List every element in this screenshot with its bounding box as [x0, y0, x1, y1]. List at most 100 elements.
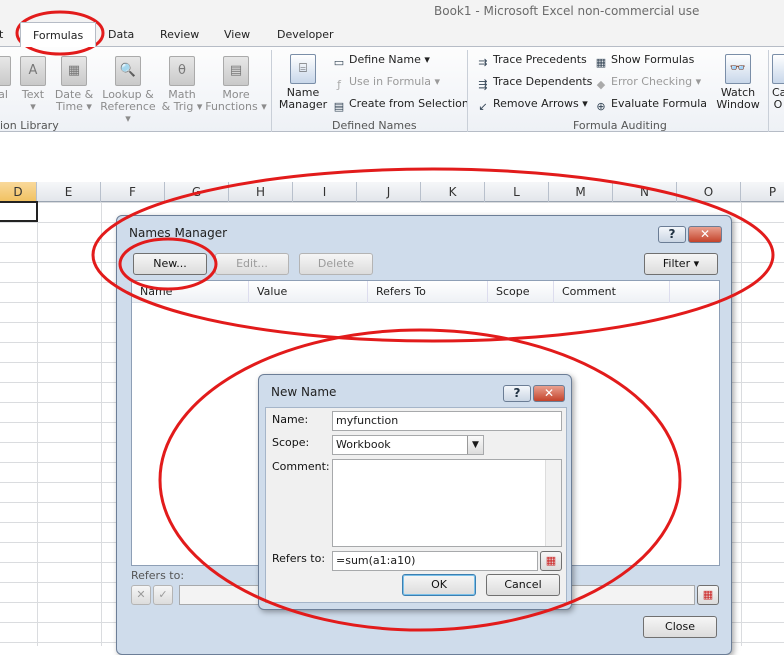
ok-button[interactable]: OK [402, 574, 476, 596]
close-icon[interactable]: ✕ [688, 226, 722, 243]
remove-arrows-icon: ↙ [478, 100, 488, 113]
column-refers-to[interactable]: Refers To [368, 281, 488, 303]
name-label: Name: [272, 413, 309, 426]
fx-icon: ƒ [337, 78, 341, 91]
column-header-f[interactable]: F [101, 182, 165, 202]
evaluate-formula-button[interactable]: ⊕ Evaluate Formula [594, 97, 707, 114]
math-trig-button[interactable]: θ Math & Trig ▾ [160, 56, 204, 113]
close-button[interactable]: Close [643, 616, 717, 638]
names-list-header: Name Value Refers To Scope Comment [132, 281, 719, 303]
calculation-options-button[interactable]: Ca O [772, 54, 784, 111]
column-header-e[interactable]: E [37, 182, 101, 202]
tab-developer[interactable]: Developer [277, 28, 334, 41]
ribbon-divider [467, 50, 468, 132]
tab-view[interactable]: View [224, 28, 250, 41]
chevron-down-icon[interactable]: ▼ [467, 436, 483, 454]
column-header-l[interactable]: L [485, 182, 549, 202]
more-functions-icon: ▤ [223, 56, 249, 86]
watch-window-button[interactable]: 👓 Watch Window [712, 54, 764, 111]
new-button[interactable]: New... [133, 253, 207, 275]
column-header-i[interactable]: I [293, 182, 357, 202]
delete-button[interactable]: Delete [299, 253, 373, 275]
gridline [741, 202, 742, 646]
column-comment[interactable]: Comment [554, 281, 670, 303]
defined-names-group-label: Defined Names [332, 119, 417, 132]
glasses-icon: 👓 [725, 54, 751, 84]
column-value[interactable]: Value [249, 281, 368, 303]
tab-review[interactable]: Review [160, 28, 199, 41]
scope-select[interactable]: Workbook ▼ [332, 435, 484, 455]
ribbon-divider [768, 50, 769, 132]
text-icon: A [20, 56, 46, 86]
title-bar: Book1 - Microsoft Excel non-commercial u… [0, 0, 784, 22]
name-input[interactable]: myfunction [332, 411, 562, 431]
column-header-h[interactable]: H [229, 182, 293, 202]
scope-label: Scope: [272, 436, 310, 449]
comment-scrollbar[interactable] [545, 460, 561, 546]
calculator-icon [772, 54, 784, 84]
column-header-k[interactable]: K [421, 182, 485, 202]
tab-partial[interactable]: t [0, 28, 3, 41]
math-icon: θ [169, 56, 195, 86]
comment-label: Comment: [272, 460, 330, 473]
text-functions-button[interactable]: A Text ▾ [16, 56, 50, 113]
cancel-edit-icon[interactable]: ✕ [131, 585, 151, 605]
close-icon[interactable]: ✕ [533, 385, 565, 402]
error-checking-icon: ◆ [596, 78, 606, 91]
remove-arrows-button[interactable]: ↙ Remove Arrows ▾ [476, 97, 587, 114]
new-name-body: Name: myfunction Scope: Workbook ▼ Comme… [265, 407, 567, 603]
tab-data[interactable]: Data [108, 28, 134, 41]
column-header-g[interactable]: G [165, 182, 229, 202]
lookup-icon: 🔍 [115, 56, 141, 86]
help-button[interactable]: ? [658, 226, 686, 243]
help-button[interactable]: ? [503, 385, 531, 402]
name-manager-title: Names Manager [129, 226, 228, 240]
column-scope[interactable]: Scope [488, 281, 554, 303]
filter-button[interactable]: Filter ▾ [644, 253, 718, 275]
cancel-button[interactable]: Cancel [486, 574, 560, 596]
ribbon-partial-button[interactable]: al [0, 56, 14, 101]
gridline [37, 202, 38, 646]
create-from-selection-icon: ▤ [333, 100, 345, 113]
edit-button[interactable]: Edit... [215, 253, 289, 275]
new-name-dialog: New Name ? ✕ Name: myfunction Scope: Wor… [258, 374, 572, 610]
column-headers: D E F G H I J K L M N O P [0, 182, 784, 202]
scope-value: Workbook [336, 438, 391, 451]
range-picker-icon[interactable]: ▦ [697, 585, 719, 605]
trace-precedents-button[interactable]: ⇉ Trace Precedents [476, 53, 586, 70]
formula-auditing-group-label: Formula Auditing [573, 119, 667, 132]
show-formulas-icon: ▦ [595, 56, 607, 69]
define-name-button[interactable]: ▭ Define Name ▾ [332, 53, 430, 70]
column-header-p[interactable]: P [741, 182, 784, 202]
column-name[interactable]: Name [132, 281, 249, 303]
ribbon-tabs: t Formulas Data Review View Developer [0, 22, 784, 47]
column-header-n[interactable]: N [613, 182, 677, 202]
date-time-button[interactable]: ▦ Date & Time ▾ [52, 56, 96, 113]
use-in-formula-button[interactable]: ƒ Use in Formula ▾ [332, 75, 440, 92]
column-header-o[interactable]: O [677, 182, 741, 202]
trace-dependents-button[interactable]: ⇶ Trace Dependents [476, 75, 592, 92]
column-header-j[interactable]: J [357, 182, 421, 202]
name-manager-button[interactable]: ⌸ Name Manager [278, 54, 328, 111]
column-header-d[interactable]: D [0, 182, 37, 202]
refers-to-label: Refers to: [131, 569, 185, 582]
ribbon-divider [271, 50, 272, 132]
function-icon [0, 56, 11, 86]
confirm-edit-icon[interactable]: ✓ [153, 585, 173, 605]
create-from-selection-button[interactable]: ▤ Create from Selection [332, 97, 469, 114]
column-header-m[interactable]: M [549, 182, 613, 202]
evaluate-formula-icon: ⊕ [596, 100, 606, 113]
more-functions-button[interactable]: ▤ More Functions ▾ [205, 56, 267, 113]
comment-textarea[interactable] [332, 459, 562, 547]
name-manager-icon: ⌸ [290, 54, 316, 84]
error-checking-button[interactable]: ◆ Error Checking ▾ [594, 75, 701, 92]
calendar-icon: ▦ [61, 56, 87, 86]
tab-formulas[interactable]: Formulas [20, 22, 97, 47]
define-name-icon: ▭ [333, 56, 345, 69]
active-cell[interactable] [0, 201, 38, 222]
refers-to-input[interactable]: =sum(a1:a10) [332, 551, 538, 571]
lookup-reference-button[interactable]: 🔍 Lookup & Reference ▾ [98, 56, 158, 125]
function-library-group-label: ion Library [0, 119, 59, 132]
show-formulas-button[interactable]: ▦ Show Formulas [594, 53, 695, 70]
range-picker-icon[interactable]: ▦ [540, 551, 562, 571]
